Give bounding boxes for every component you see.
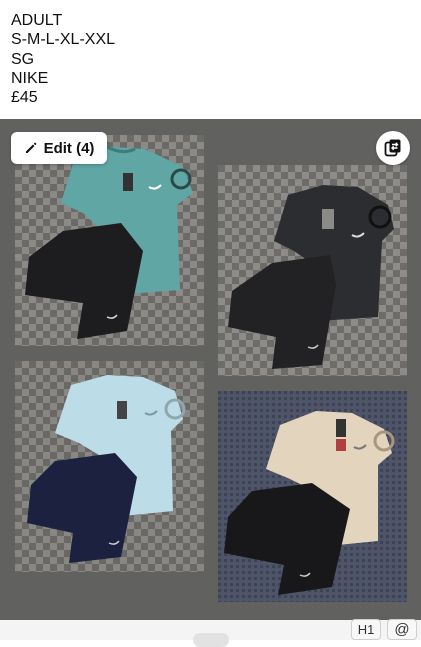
- product-caption: ADULT S-M-L-XL-XXL SG NIKE £45: [11, 11, 115, 107]
- photo-lightblue-set-image: [15, 361, 204, 572]
- photo-lightblue-set[interactable]: [15, 361, 204, 572]
- edit-photos-button[interactable]: Edit (4): [11, 132, 107, 164]
- swap-order-icon: [384, 139, 401, 157]
- home-indicator[interactable]: [193, 633, 229, 647]
- pencil-icon: [25, 142, 36, 153]
- photo-teal-set-image: [15, 135, 204, 346]
- photo-teal-set[interactable]: [15, 135, 204, 346]
- mention-button[interactable]: @: [387, 619, 417, 640]
- caption-line-sizes: S-M-L-XL-XXL: [11, 31, 116, 49]
- caption-line-code: SG: [11, 50, 35, 68]
- photo-beige-set-image: [218, 391, 407, 602]
- caption-line-audience: ADULT: [11, 12, 63, 29]
- reorder-photos-button[interactable]: [376, 131, 410, 165]
- edit-photos-label: Edit (4): [43, 139, 95, 157]
- photo-black-set[interactable]: [218, 165, 407, 376]
- caption-line-brand: NIKE: [11, 69, 49, 87]
- heading-button[interactable]: H1: [351, 619, 381, 640]
- photo-black-set-image: [218, 165, 407, 376]
- photo-beige-set[interactable]: [218, 391, 407, 602]
- caption-line-price: £45: [11, 89, 38, 107]
